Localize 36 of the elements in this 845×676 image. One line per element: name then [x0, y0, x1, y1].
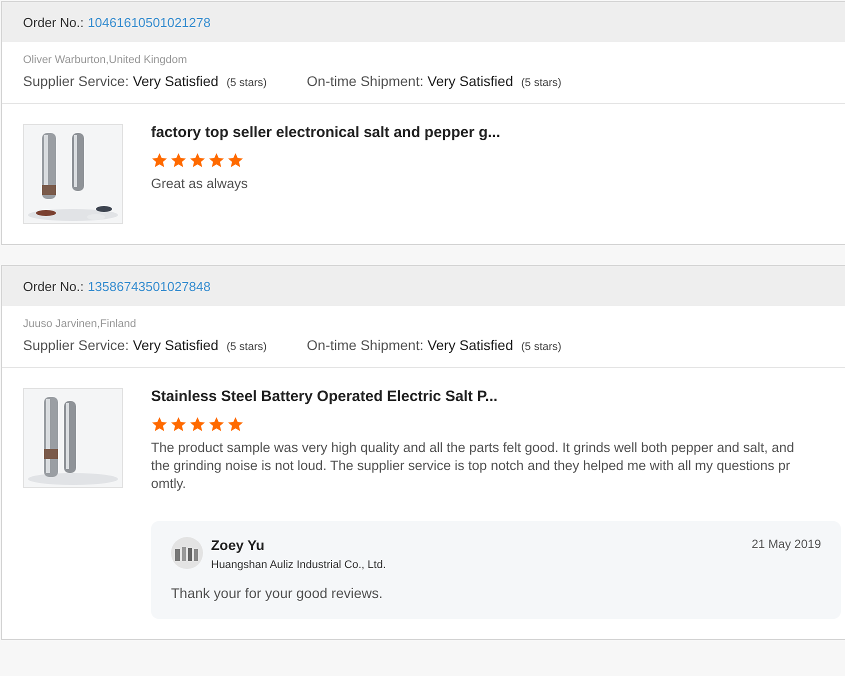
- rating-label: On-time Shipment:: [306, 73, 424, 89]
- reply-date: 21 May 2019: [752, 537, 821, 551]
- star-icon: [227, 152, 244, 169]
- star-icon: [170, 152, 187, 169]
- review-comment: The product sample was very high quality and all the parts felt good. It grinds well both pepper and salt, and the grinding noise is not loud. The supplier service is top notch and they helped me with all my questions promtly.: [151, 439, 796, 493]
- rating-note: (5 stars): [521, 341, 562, 353]
- rating-note: (5 stars): [226, 77, 267, 89]
- replier-name: Zoey Yu: [211, 537, 266, 553]
- star-icon: [170, 416, 187, 433]
- buyer-name: Juuso Jarvinen,Finland: [23, 318, 138, 330]
- product-title: Stainless Steel Battery Operated Electric Salt P...: [151, 388, 499, 405]
- product-title: factory top seller electronical salt and pepper g...: [151, 124, 502, 141]
- star-icon: [227, 416, 244, 433]
- star-icon: [208, 416, 225, 433]
- rating-value: Very Satisfied: [132, 337, 218, 353]
- star-icon: [208, 152, 225, 169]
- buyer-name: Oliver Warburton,United Kingdom: [23, 54, 188, 66]
- rating-value: Very Satisfied: [428, 73, 514, 89]
- order-number-link[interactable]: 10461610501021278: [88, 14, 211, 30]
- star-icon: [189, 152, 206, 169]
- star-icon: [151, 416, 168, 433]
- rating-note: (5 stars): [521, 77, 562, 89]
- review-comment: Great as always: [151, 175, 249, 193]
- rating-label: Supplier Service:: [23, 337, 129, 353]
- star-icon: [151, 152, 168, 169]
- rating-value: Very Satisfied: [428, 337, 514, 353]
- rating-note: (5 stars): [226, 341, 267, 353]
- order-label: Order No.:: [23, 278, 84, 294]
- rating-value: Very Satisfied: [132, 73, 218, 89]
- reply-text: Thank your for your good reviews.: [171, 585, 384, 601]
- star-icon: [189, 416, 206, 433]
- company-name: Huangshan Auliz Industrial Co., Ltd.: [211, 559, 387, 571]
- order-label: Order No.:: [23, 14, 84, 30]
- rating-label: On-time Shipment:: [306, 337, 424, 353]
- order-number-link[interactable]: 13586743501027848: [88, 278, 211, 294]
- rating-label: Supplier Service:: [23, 73, 129, 89]
